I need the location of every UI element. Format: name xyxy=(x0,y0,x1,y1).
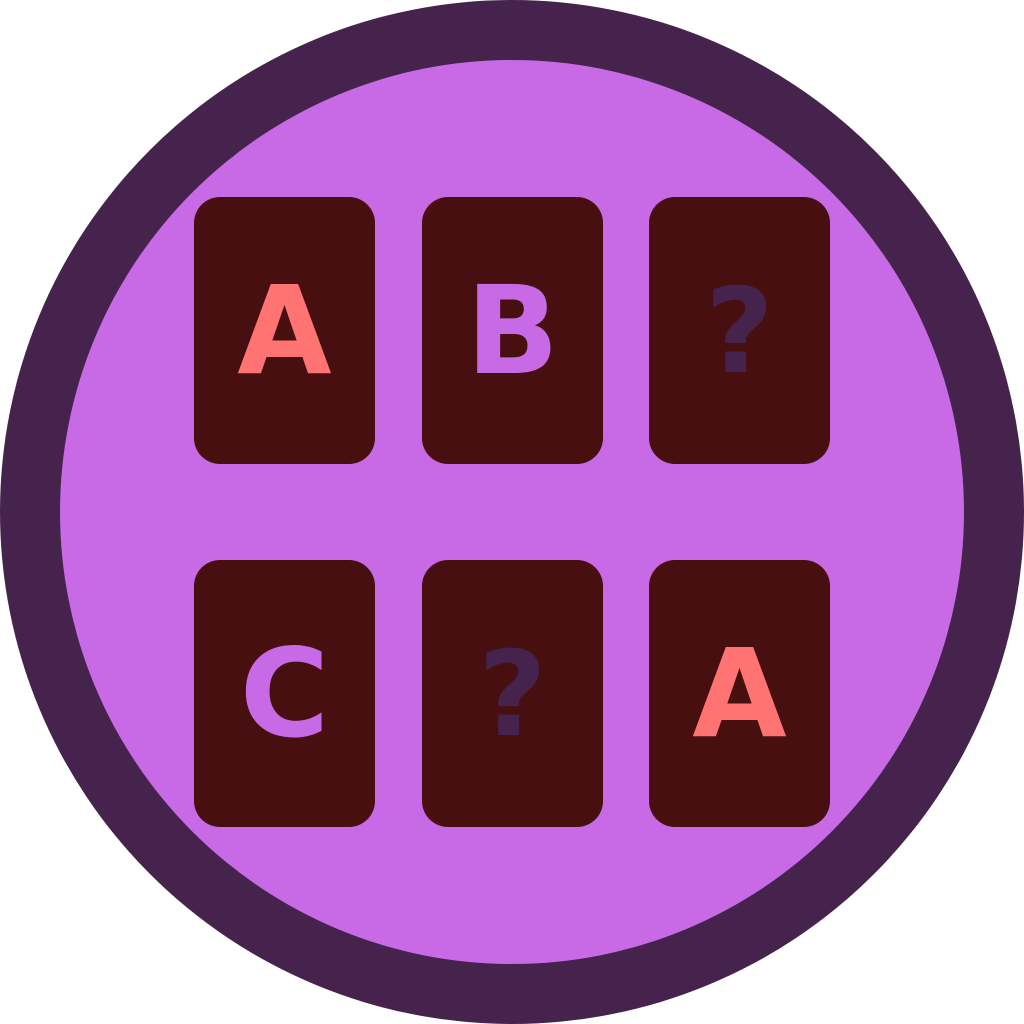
card-hidden[interactable]: ? xyxy=(422,560,603,827)
card-hidden[interactable]: ? xyxy=(649,197,830,464)
card-symbol: A xyxy=(692,622,787,765)
memory-game-icon: A B ? C ? A xyxy=(0,0,1024,1024)
game-board xyxy=(60,60,964,964)
card-a-revealed[interactable]: A xyxy=(194,197,375,464)
question-mark-icon: ? xyxy=(705,261,774,400)
card-a-revealed[interactable]: A xyxy=(649,560,830,827)
question-mark-icon: ? xyxy=(478,624,547,763)
card-symbol: B xyxy=(466,259,559,402)
card-b-revealed[interactable]: B xyxy=(422,197,603,464)
card-symbol: C xyxy=(239,622,330,765)
card-c-revealed[interactable]: C xyxy=(194,560,375,827)
card-symbol: A xyxy=(237,259,332,402)
